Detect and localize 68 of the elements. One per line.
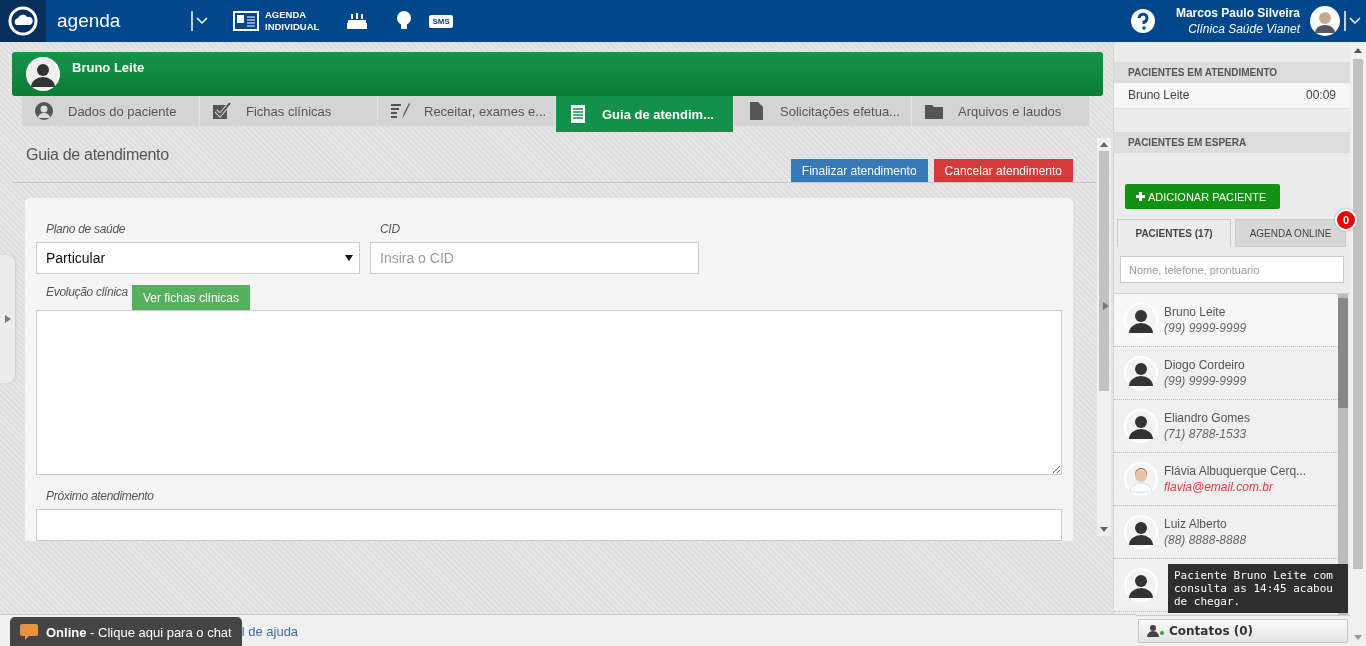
expand-icon xyxy=(4,315,11,323)
field-label: Próximo atendimento xyxy=(45,489,154,503)
field-label: Evolução clínica xyxy=(45,285,128,299)
sms-button[interactable]: SMS xyxy=(429,14,453,28)
action-button[interactable]: Cancelar atendimento xyxy=(933,159,1073,182)
patient-contact: flavia@email.com.br xyxy=(1164,480,1275,494)
patient-name[interactable]: Luiz Alberto xyxy=(1164,517,1247,531)
contacts-button[interactable]: Contatos (0) xyxy=(1138,619,1348,643)
cloud-icon xyxy=(8,6,38,36)
search-field[interactable]: Nome, telefone, prontuario xyxy=(1120,256,1344,283)
tab[interactable]: Receitar, exames e... xyxy=(378,96,555,126)
section-header: PACIENTES EM ATENDIMENTO xyxy=(1114,62,1350,83)
next-visit-field[interactable] xyxy=(36,509,1062,541)
dropdown-icon[interactable] xyxy=(1344,9,1364,33)
chat-bubble-icon xyxy=(20,624,38,640)
help-link[interactable]: l de ajuda xyxy=(241,623,299,639)
tab[interactable]: Dados do paciente xyxy=(22,96,199,126)
avatar-icon[interactable] xyxy=(1310,6,1340,36)
patient-contact: (99) 9999-9999 xyxy=(1164,374,1247,388)
caret-icon xyxy=(345,255,353,261)
patient-row[interactable]: Bruno Leite 00:09 xyxy=(1114,83,1350,109)
user-name: Marcos Paulo Silveira xyxy=(1175,6,1300,20)
pen-icon xyxy=(390,101,410,121)
tab[interactable]: Guia de atendim... xyxy=(556,96,733,132)
patient-name[interactable]: Eliandro Gomes xyxy=(1164,411,1251,425)
scroll-up-icon[interactable] xyxy=(1100,142,1108,147)
cid-field[interactable]: Insira o CID xyxy=(370,242,699,274)
app-name: agenda xyxy=(57,10,122,32)
contact-online-icon xyxy=(1147,625,1165,637)
avatar-icon xyxy=(26,57,60,91)
chat-button[interactable]: Online - Clique aqui para o chat xyxy=(10,617,242,646)
tab[interactable]: Solicitações efetua... xyxy=(734,96,911,126)
tab[interactable]: Fichas clínicas xyxy=(200,96,377,126)
scrollbar[interactable] xyxy=(1350,42,1366,646)
add-patient-button[interactable]: ADICIONAR PACIENTE xyxy=(1125,184,1281,209)
patient-name: Bruno Leite xyxy=(72,60,145,75)
scrollbar[interactable] xyxy=(1097,138,1111,536)
tab[interactable]: Arquivos e laudos xyxy=(912,96,1089,126)
patient-contact: (88) 8888-8888 xyxy=(1164,533,1247,547)
patient-name[interactable]: Diogo Cordeiro xyxy=(1164,358,1247,372)
field-label: CID xyxy=(379,222,400,236)
health-plan-select[interactable]: Particular xyxy=(36,242,360,274)
dropdown-icon[interactable] xyxy=(191,9,211,33)
calendar-card-icon xyxy=(233,11,259,31)
lightbulb-icon[interactable] xyxy=(395,10,414,32)
plus-icon xyxy=(1136,192,1145,201)
page-title: Guia de atendimento xyxy=(26,146,169,163)
collapse-handle[interactable] xyxy=(0,255,15,383)
count-badge: 0 xyxy=(1335,209,1357,231)
cake-icon[interactable] xyxy=(345,11,370,31)
clinic-name: Clínica Saúde Vianet xyxy=(1188,22,1300,36)
agenda-individual-button[interactable]: AGENDA INDIVIDUAL xyxy=(233,9,320,33)
patient-name[interactable]: Bruno Leite xyxy=(1164,305,1247,319)
patient-name[interactable]: Flávia Albuquerque Cerq... xyxy=(1164,464,1307,478)
tab[interactable]: PACIENTES (17) xyxy=(1117,219,1231,247)
help-icon[interactable] xyxy=(1129,8,1156,34)
person-icon xyxy=(34,101,54,121)
tooltip: Paciente Bruno Leite com consulta as 14:45 acabou de chegar. xyxy=(1168,564,1348,613)
field-label: Plano de saúde xyxy=(45,222,126,236)
patient-contact: (71) 8788-1533 xyxy=(1164,427,1248,441)
checkbox-icon xyxy=(212,101,232,121)
patient-contact: (99) 9999-9999 xyxy=(1164,321,1247,335)
section-header: PACIENTES EM ESPERA xyxy=(1114,132,1350,153)
document-icon xyxy=(568,104,588,124)
action-button[interactable]: Finalizar atendimento xyxy=(790,159,928,182)
logo[interactable] xyxy=(0,0,46,42)
scroll-down-icon[interactable] xyxy=(1100,527,1108,532)
scroll-up-icon[interactable] xyxy=(1354,48,1362,53)
